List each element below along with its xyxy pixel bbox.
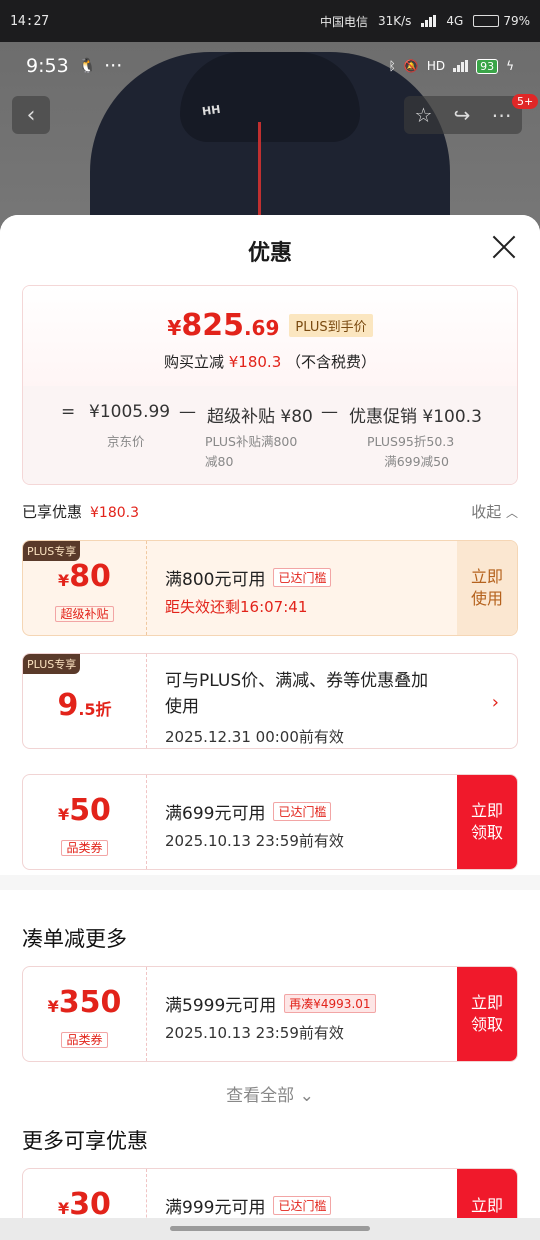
coupon-validity: 2025.12.31 00:00前有效 — [165, 728, 344, 746]
coupon-plus-discount[interactable]: PLUS专享 9.5折 可与PLUS价、满减、券等优惠叠加 使用 2025.12.… — [22, 653, 518, 749]
coupon-condition: 满5999元可用 再凑¥4993.01 — [165, 991, 447, 1016]
carrier-label: 中国电信 — [319, 14, 368, 29]
coupon-countdown: 距失效还剩16:07:41 — [165, 598, 308, 616]
calc-jd-price: ¥1005.99 — [89, 402, 171, 422]
sheet-title: 优惠 — [247, 241, 292, 266]
chevron-right-icon: › — [491, 692, 499, 713]
more-dots: ··· — [104, 55, 123, 77]
battery-icon — [473, 15, 500, 27]
bluetooth-icon: ᛒ — [388, 59, 396, 73]
final-price: ¥825.69 PLUS到手价 — [23, 308, 517, 343]
discount-sheet: 优惠 ¥825.69 PLUS到手价 购买立减 ¥180.3 （不含税费） = … — [0, 215, 540, 1240]
share-icon[interactable]: ↪ — [454, 103, 471, 127]
coupon-condition: 可与PLUS价、满减、券等优惠叠加 使用 — [165, 671, 429, 717]
message-badge: 5+ — [512, 94, 539, 109]
coupon-validity: 2025.10.13 23:59前有效 — [165, 1024, 344, 1042]
coupon-condition: 满800元可用 已达门槛 — [165, 565, 447, 590]
gesture-bar[interactable] — [0, 1218, 540, 1240]
network-speed: 31K/s — [377, 14, 412, 28]
network-type: 4G — [446, 14, 464, 28]
more-icon[interactable]: ⋯ — [491, 103, 511, 127]
penguin-icon: 🐧 — [78, 58, 97, 74]
calc-op-minus-1: — — [179, 402, 196, 422]
back-button[interactable]: ‹ — [12, 96, 50, 134]
system-status-bar: 14:27 中国电信 31K/s 4G 79% — [0, 0, 540, 42]
use-now-button[interactable]: 立即 使用 — [457, 541, 517, 635]
claim-button[interactable]: 立即 领取 — [457, 775, 517, 869]
coupon-amount: ¥30 — [58, 1187, 111, 1222]
coupon-condition: 满999元可用 已达门槛 — [165, 1193, 447, 1218]
calc-super-subsidy: 超级补贴 ¥80 — [207, 407, 313, 427]
calc-subsidy-note: PLUS补贴满800 减80 — [205, 434, 298, 469]
sheet-header: 优惠 — [0, 215, 540, 285]
plus-exclusive-badge: PLUS专享 — [23, 654, 81, 674]
price-breakdown: = ¥1005.99 京东价 — 超级补贴 ¥80 PLUS补贴满800 减80 … — [23, 386, 517, 484]
inner-battery: 93 — [476, 58, 499, 74]
calc-promo: 优惠促销 ¥100.3 — [349, 407, 482, 427]
battery-percent: 79% — [503, 14, 530, 28]
calc-op-eq: = — [61, 402, 76, 422]
coupon-type: 品类券 — [61, 840, 108, 856]
section-title-extra: 更多可享优惠 — [22, 1129, 148, 1153]
coupon-amount: ¥80 — [58, 559, 111, 594]
product-image-area: HH 9:53 🐧 ··· ᛒ 🔕 HD 93 ϟ ‹ ☆ ↪ ⋯ 5+ — [0, 42, 540, 232]
plus-price-tag: PLUS到手价 — [289, 314, 373, 337]
claim-button[interactable]: 立即 领取 — [457, 967, 517, 1061]
see-all-button[interactable]: 查看全部 ⌄ — [0, 1081, 540, 1106]
coupon-super-subsidy: PLUS专享 ¥80 超级补贴 满800元可用 已达门槛 距失效还剩16:07:4… — [22, 540, 518, 636]
plus-exclusive-badge: PLUS专享 — [23, 541, 81, 561]
hd-icon: HD — [426, 59, 446, 73]
product-action-bar: ☆ ↪ ⋯ — [404, 96, 522, 134]
reduce-line: 购买立减 ¥180.3 （不含税费） — [163, 353, 377, 371]
inner-status-bar: 9:53 🐧 ··· ᛒ 🔕 HD 93 ϟ — [0, 42, 540, 90]
discount-rate: 9.5折 — [57, 688, 112, 723]
collapse-button[interactable]: 收起 ︿ — [471, 501, 518, 522]
close-icon[interactable] — [490, 233, 518, 261]
coupon-amount: ¥50 — [58, 793, 111, 828]
brand-logo: HH — [201, 102, 222, 119]
coupon-type: 品类券 — [61, 1032, 108, 1048]
calc-promo-note: PLUS95折50.3 满699减50 — [367, 434, 455, 469]
battery-indicator: 79% — [473, 14, 530, 28]
coupon-condition: 满699元可用 已达门槛 — [165, 799, 447, 824]
price-summary-card: ¥825.69 PLUS到手价 购买立减 ¥180.3 （不含税费） = ¥10… — [22, 285, 518, 485]
inner-signal-icon — [453, 60, 469, 72]
coupon-amount: ¥350 — [47, 985, 122, 1020]
charging-icon: ϟ — [506, 59, 514, 73]
chevron-up-icon: ︿ — [505, 506, 518, 520]
section-title-more: 凑单减更多 — [22, 927, 127, 951]
coupon-type: 超级补贴 — [55, 606, 114, 622]
status-time: 14:27 — [10, 13, 50, 29]
calc-op-minus-2: — — [321, 402, 338, 422]
calc-jd-label: 京东价 — [107, 434, 145, 449]
coupon-category-350: ¥350 品类券 满5999元可用 再凑¥4993.01 2025.10.13 2… — [22, 966, 518, 1062]
inner-status-time: 9:53 — [26, 55, 69, 77]
chevron-left-icon: ‹ — [26, 102, 36, 128]
coupon-validity: 2025.10.13 23:59前有效 — [165, 832, 344, 850]
mute-icon: 🔕 — [403, 59, 419, 73]
favorite-star-icon[interactable]: ☆ — [415, 103, 433, 127]
enjoyed-discount: 已享优惠 ¥180.3 — [22, 503, 140, 521]
coupon-category-50: ¥50 品类券 满699元可用 已达门槛 2025.10.13 23:59前有效 … — [22, 774, 518, 870]
signal-icon — [421, 15, 437, 27]
